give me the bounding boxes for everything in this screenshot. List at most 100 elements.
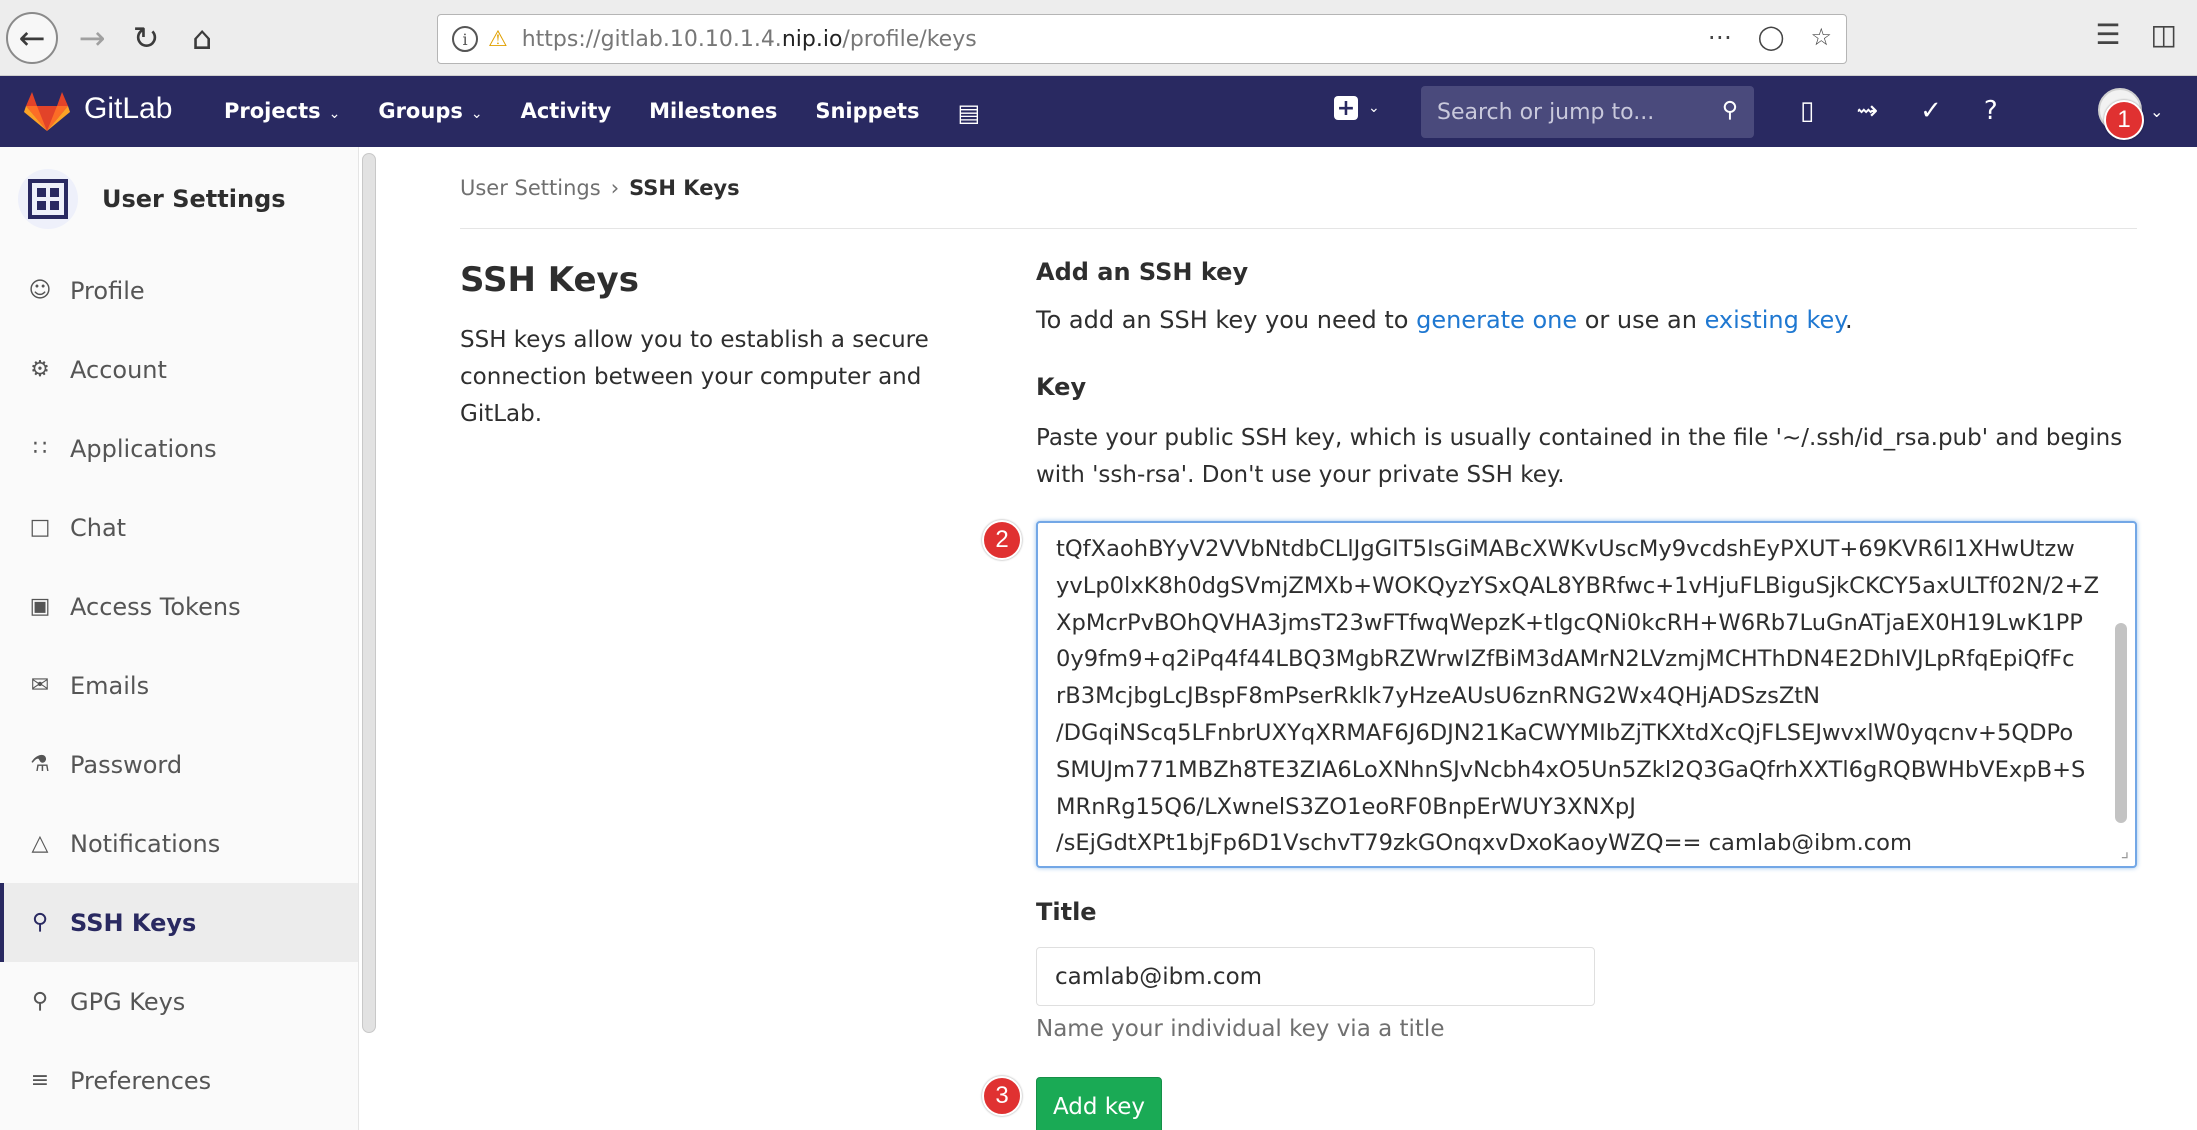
gitlab-brand[interactable]: GitLab xyxy=(84,92,172,126)
settings-sidebar: User Settings ☺ Profile ⚙ Account ∷ Applica… xyxy=(0,147,359,1130)
sidebar-item-profile[interactable]: ☺ Profile xyxy=(0,251,358,330)
bookmark-star-icon[interactable]: ☆ xyxy=(1810,23,1832,51)
sidebar-header[interactable]: User Settings xyxy=(18,169,286,229)
key-icon: ⚲ xyxy=(31,910,49,935)
password-icon: ⚗ xyxy=(30,752,50,777)
desc-text: . xyxy=(1845,306,1853,334)
key-label: Key xyxy=(1036,373,1087,401)
url-text: https://gitlab.10.10.1.4.nip.io/profile/… xyxy=(522,27,977,52)
menu-projects-label: Projects xyxy=(224,99,321,123)
generate-one-link[interactable]: generate one xyxy=(1416,306,1577,334)
help-icon[interactable]: ? xyxy=(1984,96,1998,126)
key-icon: ⚲ xyxy=(31,989,49,1014)
callout-marker-3: 3 xyxy=(982,1076,1022,1116)
sidebar-item-label: GPG Keys xyxy=(70,987,186,1016)
sidebar-item-notifications[interactable]: △ Notifications xyxy=(0,804,358,883)
chevron-down-icon: ⌄ xyxy=(470,106,483,122)
user-settings-avatar-icon xyxy=(18,169,78,229)
access-tokens-icon: ▣ xyxy=(29,594,51,619)
address-bar[interactable]: i ⚠ https://gitlab.10.10.1.4.nip.io/prof… xyxy=(437,14,1847,64)
menu-activity[interactable]: Activity xyxy=(521,99,612,127)
search-placeholder: Search or jump to... xyxy=(1437,99,1655,125)
sidebar-item-label: Chat xyxy=(70,513,127,542)
title-label: Title xyxy=(1036,898,1097,926)
add-key-button[interactable]: Add key xyxy=(1036,1077,1162,1130)
pocket-icon[interactable]: ◯ xyxy=(1758,23,1785,51)
sidebar-item-applications[interactable]: ∷ Applications xyxy=(0,409,358,488)
sidebar-scrollbar[interactable] xyxy=(362,153,376,1033)
url-path: /profile/keys xyxy=(842,26,977,52)
sidebar-item-access-tokens[interactable]: ▣ Access Tokens xyxy=(0,567,358,646)
sidebar-item-account[interactable]: ⚙ Account xyxy=(0,330,358,409)
title-input[interactable]: camlab@ibm.com xyxy=(1036,947,1595,1006)
menu-groups[interactable]: Groups ⌄ xyxy=(378,99,482,127)
chat-icon: □ xyxy=(29,515,51,540)
applications-icon: ∷ xyxy=(33,436,47,461)
textarea-scrollbar[interactable] xyxy=(2115,623,2127,823)
resize-grip-icon[interactable]: ⌟ xyxy=(2121,841,2129,862)
sidebar-item-label: Applications xyxy=(70,434,217,463)
breadcrumb: User Settings › SSH Keys xyxy=(460,176,740,200)
grid-icon xyxy=(28,179,68,219)
sidebar-item-preferences[interactable]: ≡ Preferences xyxy=(0,1041,358,1120)
merge-request-icon[interactable]: ⇝ xyxy=(1856,96,1878,126)
back-arrow-icon[interactable]: ← xyxy=(6,12,58,64)
sidebar-item-gpg-keys[interactable]: ⚲ GPG Keys xyxy=(0,962,358,1041)
home-icon[interactable]: ⌂ xyxy=(176,12,228,64)
url-actions: ⋯ ◯ ☆ xyxy=(1708,23,1832,51)
breadcrumb-parent[interactable]: User Settings xyxy=(460,176,601,200)
menu-projects[interactable]: Projects ⌄ xyxy=(224,99,340,127)
url-prefix: https://gitlab.10.10.1.4. xyxy=(521,26,782,52)
main-menu: Projects ⌄ Groups ⌄ Activity Milestones Sn… xyxy=(224,99,980,127)
sidebar-item-label: SSH Keys xyxy=(70,908,197,937)
issues-icon[interactable]: ▯ xyxy=(1800,96,1814,126)
menu-groups-label: Groups xyxy=(378,99,463,123)
breadcrumb-separator-icon: › xyxy=(610,176,620,200)
plus-icon: + xyxy=(1334,96,1358,121)
menu-snippets[interactable]: Snippets xyxy=(815,99,919,127)
preferences-icon: ≡ xyxy=(30,1068,50,1093)
emails-icon: ✉ xyxy=(30,673,50,698)
browser-toolbar: ← → ↻ ⌂ i ⚠ https://gitlab.10.10.1.4.nip… xyxy=(0,0,2197,76)
existing-key-link[interactable]: existing key xyxy=(1705,306,1845,334)
sidebar-item-chat[interactable]: □ Chat xyxy=(0,488,358,567)
sidebar-item-label: Password xyxy=(70,750,183,779)
search-input[interactable]: Search or jump to... ⚲ xyxy=(1421,86,1754,138)
chevron-down-icon: ⌄ xyxy=(328,106,341,122)
library-icon[interactable]: ☰ xyxy=(2095,18,2120,51)
profile-icon: ☺ xyxy=(28,278,52,303)
browser-right-icons: ☰ ◫ xyxy=(2095,18,2177,51)
chevron-down-icon: ⌄ xyxy=(1368,100,1380,116)
info-icon[interactable]: i xyxy=(452,26,478,52)
forward-arrow-icon[interactable]: → xyxy=(66,12,118,64)
sidebar-item-label: Account xyxy=(70,355,167,384)
gitlab-logo-icon[interactable] xyxy=(24,90,70,132)
sidebar-title: User Settings xyxy=(102,185,286,213)
sidebar-item-label: Notifications xyxy=(70,829,221,858)
sidebar-item-ssh-keys[interactable]: ⚲ SSH Keys xyxy=(0,883,358,962)
todos-icon[interactable]: ✓ xyxy=(1920,96,1942,126)
page-title: SSH Keys xyxy=(460,260,639,300)
chevron-down-icon[interactable]: ⌄ xyxy=(2150,102,2163,121)
divider xyxy=(460,228,2137,229)
sidebar-item-emails[interactable]: ✉ Emails xyxy=(0,646,358,725)
insecure-lock-icon[interactable]: ⚠ xyxy=(488,27,508,52)
search-icon: ⚲ xyxy=(1721,98,1738,123)
key-textarea-value: tQfXaohBYyV2VVbNtdbCLlJgGIT5IsGiMABcXWKv… xyxy=(1056,536,2100,857)
account-icon: ⚙ xyxy=(30,357,50,382)
sidebar-toggle-icon[interactable]: ◫ xyxy=(2151,18,2177,51)
page-description: SSH keys allow you to establish a secure… xyxy=(460,327,929,427)
reload-icon[interactable]: ↻ xyxy=(120,12,172,64)
key-help-text: Paste your public SSH key, which is usua… xyxy=(1036,425,2123,488)
add-ssh-key-description: To add an SSH key you need to generate o… xyxy=(1036,306,1853,334)
key-textarea[interactable]: tQfXaohBYyV2VVbNtdbCLlJgGIT5IsGiMABcXWKv… xyxy=(1036,521,2137,868)
chart-icon[interactable]: ▤ xyxy=(957,99,980,127)
breadcrumb-current[interactable]: SSH Keys xyxy=(629,176,740,200)
notifications-icon: △ xyxy=(31,831,49,856)
sidebar-item-label: Preferences xyxy=(70,1066,212,1095)
new-dropdown[interactable]: + ⌄ xyxy=(1334,96,1380,121)
more-actions-icon[interactable]: ⋯ xyxy=(1708,23,1732,51)
menu-milestones[interactable]: Milestones xyxy=(649,99,777,127)
sidebar-item-password[interactable]: ⚗ Password xyxy=(0,725,358,804)
desc-text: To add an SSH key you need to xyxy=(1036,306,1417,334)
